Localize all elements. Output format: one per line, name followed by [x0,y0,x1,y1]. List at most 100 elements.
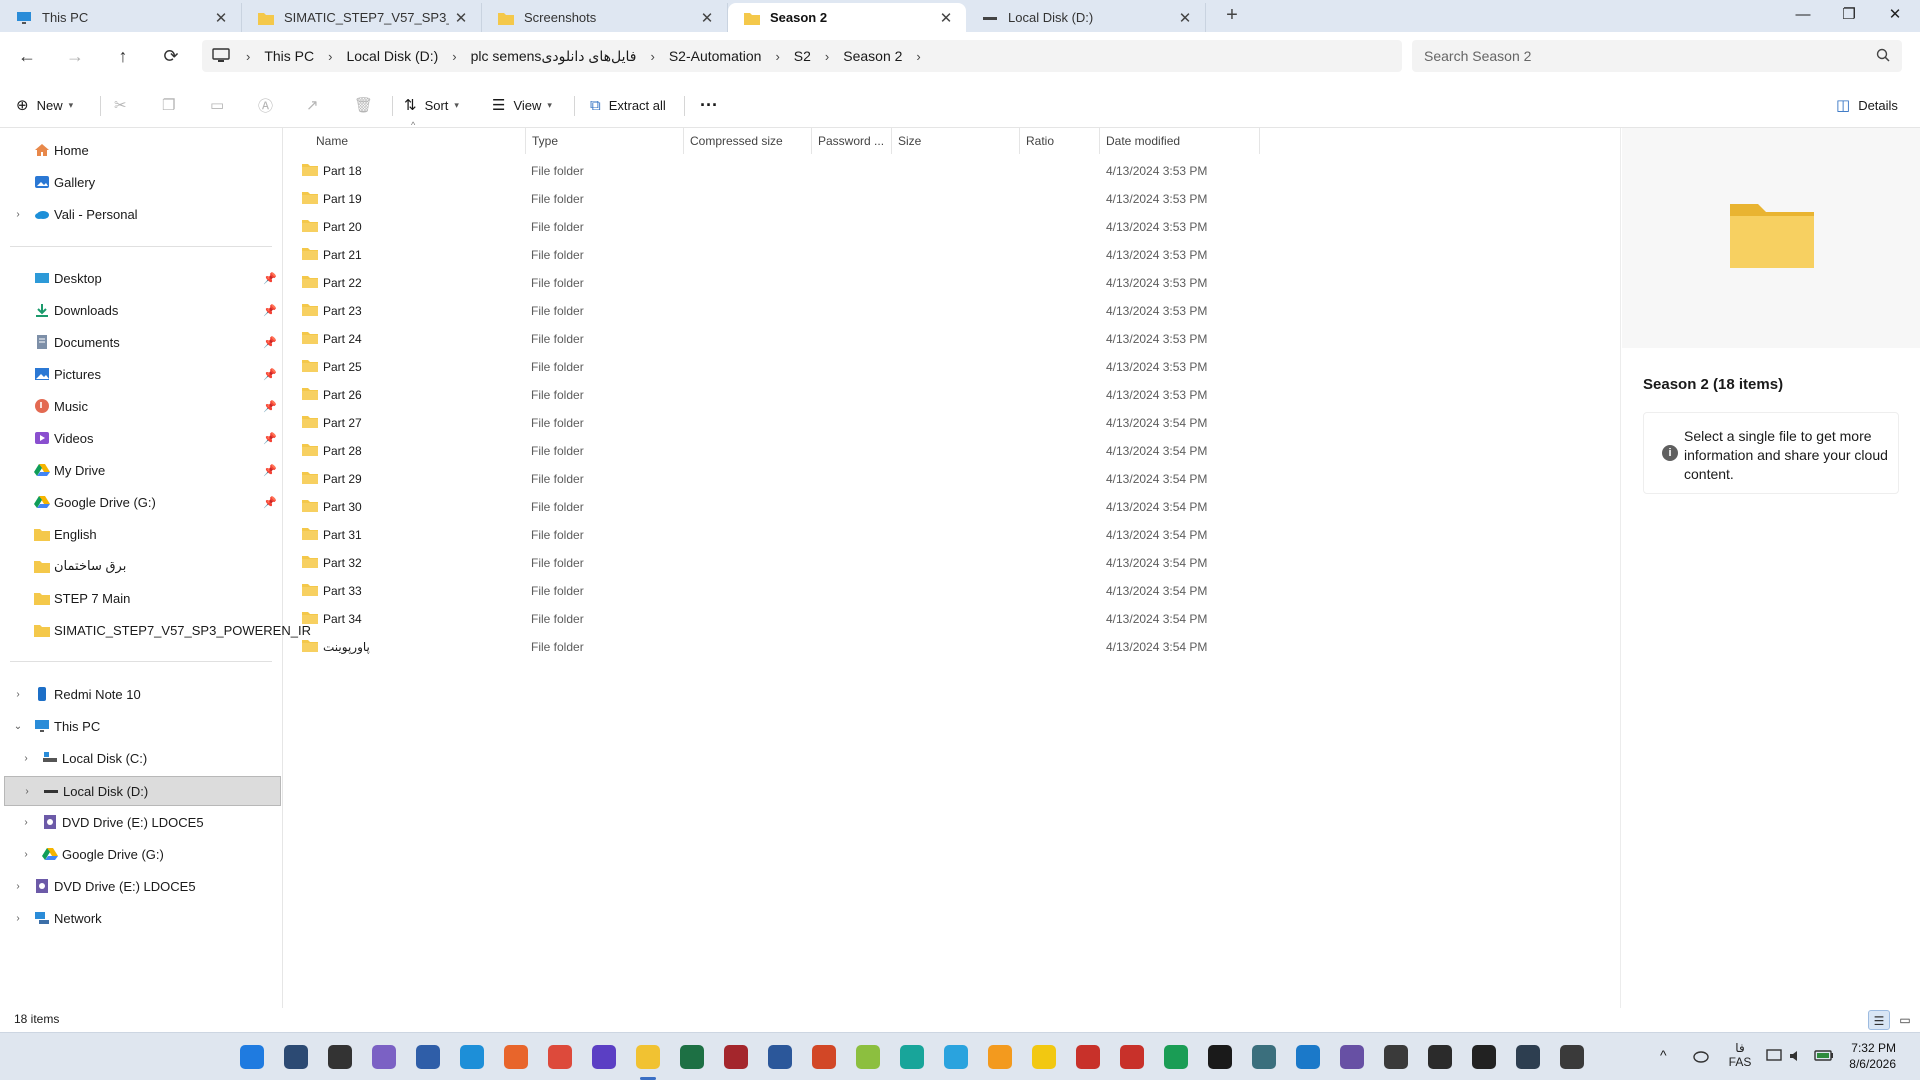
column-header-password[interactable]: Password ... [812,128,892,154]
delete-button[interactable]: 🗑 [354,92,381,118]
tab-simatic[interactable]: SIMATIC_STEP7_V57_SP3_POW ✕ [242,3,482,32]
column-header-size[interactable]: Size [892,128,1020,154]
sidebar-item-downloads[interactable]: Downloads 📌 [0,297,281,323]
table-row[interactable]: Part 19 File folder 4/13/2024 3:53 PM [290,185,1250,213]
chevron-right-icon[interactable]: › [12,689,24,700]
close-icon[interactable]: ✕ [695,9,719,27]
table-row[interactable]: Part 31 File folder 4/13/2024 3:54 PM [290,521,1250,549]
extract-all-button[interactable]: ⧉ Extract all [590,92,666,118]
table-row[interactable]: Part 25 File folder 4/13/2024 3:53 PM [290,353,1250,381]
powerpoint-icon[interactable] [812,1045,836,1069]
chevron-right-icon[interactable]: › [20,817,32,828]
table-row[interactable]: Part 23 File folder 4/13/2024 3:53 PM [290,297,1250,325]
column-header-compressed-size[interactable]: Compressed size [684,128,812,154]
sidebar-item-pictures[interactable]: Pictures 📌 [0,361,281,387]
column-header-type[interactable]: Type [526,128,684,154]
sidebar-item-documents[interactable]: Documents 📌 [0,329,281,355]
chevron-right-icon[interactable]: › [12,881,24,892]
column-header-ratio[interactable]: Ratio [1020,128,1100,154]
edge-icon[interactable] [460,1045,484,1069]
app-orange-icon[interactable] [988,1045,1012,1069]
copy-button[interactable]: ❐ [162,92,183,118]
sidebar-item-barq-sakhteman[interactable]: برق ساختمان [0,553,281,579]
sidebar-item-videos[interactable]: Videos 📌 [0,425,281,451]
column-header-name[interactable]: Name [310,128,526,154]
app-red-p-icon[interactable] [1076,1045,1100,1069]
chevron-right-icon[interactable]: › [20,849,32,860]
table-row[interactable]: Part 21 File folder 4/13/2024 3:53 PM [290,241,1250,269]
refresh-button[interactable]: ⟳ [156,42,186,70]
chevron-right-icon[interactable]: › [21,786,33,797]
volume-icon[interactable] [1788,1048,1804,1064]
app-purple-icon[interactable] [1340,1045,1364,1069]
close-icon[interactable]: ✕ [209,9,233,27]
close-icon[interactable]: ✕ [1173,9,1197,27]
app-blue-icon[interactable] [1296,1045,1320,1069]
close-window-button[interactable]: ✕ [1872,2,1918,28]
paste-button[interactable]: ▭ [210,92,232,118]
sidebar-item-my-drive[interactable]: My Drive 📌 [0,457,281,483]
table-row[interactable]: Part 18 File folder 4/13/2024 3:53 PM [290,157,1250,185]
sidebar-item-this-pc[interactable]: ⌄ This PC [0,713,281,739]
sidebar-item-english[interactable]: English [0,521,281,547]
app-grid-icon[interactable] [1516,1045,1540,1069]
vpn-icon[interactable] [592,1045,616,1069]
breadcrumb-item[interactable]: This PC [256,48,322,64]
table-row[interactable]: Part 20 File folder 4/13/2024 3:53 PM [290,213,1250,241]
tab-this-pc[interactable]: This PC ✕ [0,3,242,32]
sidebar-item-dvd-e-root[interactable]: › DVD Drive (E:) LDOCE5 [0,873,281,899]
rename-button[interactable]: Ⓐ [258,92,281,118]
sidebar-item-home[interactable]: Home [0,137,281,163]
table-row[interactable]: Part 28 File folder 4/13/2024 3:54 PM [290,437,1250,465]
clock[interactable]: 7:32 PM 8/6/2026 [1824,1040,1896,1072]
app-gear-icon[interactable] [1252,1045,1276,1069]
tray-chevron-icon[interactable]: ^ [1660,1047,1667,1063]
chevron-right-icon[interactable]: › [12,913,24,924]
table-row[interactable]: Part 33 File folder 4/13/2024 3:54 PM [290,577,1250,605]
language-indicator[interactable]: فا FAS [1728,1041,1752,1069]
table-row[interactable]: Part 32 File folder 4/13/2024 3:54 PM [290,549,1250,577]
table-row[interactable]: Part 34 File folder 4/13/2024 3:54 PM [290,605,1250,633]
table-row[interactable]: Part 22 File folder 4/13/2024 3:53 PM [290,269,1250,297]
more-options-button[interactable]: ··· [700,92,718,118]
sidebar-item-onedrive[interactable]: › Vali - Personal [0,201,281,227]
chevron-down-icon[interactable]: ⌄ [12,721,24,732]
new-button[interactable]: ⊕ New ▾ [16,92,73,118]
access-icon[interactable] [724,1045,748,1069]
table-row[interactable]: Part 30 File folder 4/13/2024 3:54 PM [290,493,1250,521]
app-yellow-icon[interactable] [1032,1045,1056,1069]
table-row[interactable]: Part 26 File folder 4/13/2024 3:53 PM [290,381,1250,409]
sidebar-item-gallery[interactable]: Gallery [0,169,281,195]
app-dark-icon[interactable] [1384,1045,1408,1069]
column-header-date-modified[interactable]: Date modified [1100,128,1260,154]
minimize-button[interactable]: — [1780,2,1826,28]
breadcrumb-item[interactable]: S2 [786,48,819,64]
task-view-icon[interactable] [328,1045,352,1069]
breadcrumb-item[interactable]: S2-Automation [661,48,770,64]
chrome-icon[interactable] [548,1045,572,1069]
word-icon[interactable] [768,1045,792,1069]
close-icon[interactable]: ✕ [934,9,958,27]
excel-icon[interactable] [680,1045,704,1069]
app-pen-icon[interactable] [1428,1045,1452,1069]
view-button[interactable]: ☰ View ▾ [492,92,552,118]
sidebar-item-local-disk-d[interactable]: › Local Disk (D:) [4,776,281,806]
close-icon[interactable]: ✕ [449,9,473,27]
m365-icon[interactable] [372,1045,396,1069]
app-black-icon[interactable] [1208,1045,1232,1069]
table-row[interactable]: Part 29 File folder 4/13/2024 3:54 PM [290,465,1250,493]
app-green-icon[interactable] [856,1045,880,1069]
details-view-icon[interactable]: ☰ [1868,1010,1890,1030]
sort-button[interactable]: ⇅ Sort ▾ [404,92,459,118]
table-row[interactable]: Part 27 File folder 4/13/2024 3:54 PM [290,409,1250,437]
sidebar-item-network[interactable]: › Network [0,905,281,931]
app-shield-icon[interactable] [1164,1045,1188,1069]
display-icon[interactable] [1766,1048,1784,1064]
details-button[interactable]: ◫ Details [1836,92,1898,118]
chevron-right-icon[interactable]: › [12,209,24,220]
onedrive-tray-icon[interactable] [1690,1048,1710,1064]
breadcrumb-item[interactable]: Local Disk (D:) [338,48,446,64]
app-chip-icon[interactable] [1560,1045,1584,1069]
store-icon[interactable] [416,1045,440,1069]
maximize-button[interactable]: ❐ [1826,2,1872,28]
